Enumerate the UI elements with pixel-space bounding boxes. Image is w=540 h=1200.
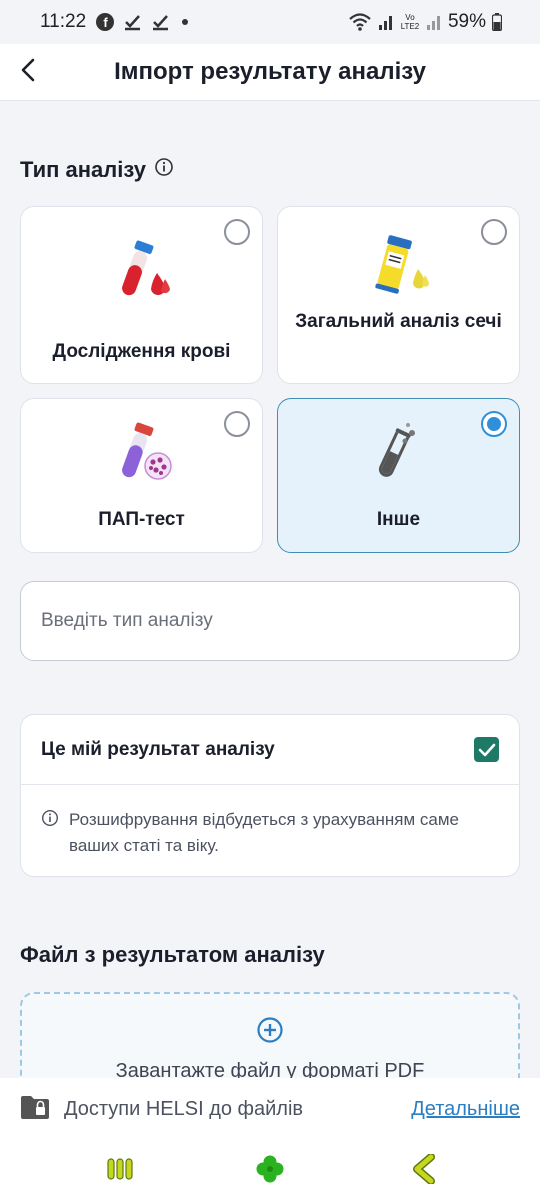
download-done-icon — [124, 13, 142, 31]
my-result-info-text: Розшифрування відбудеться з урахуванням … — [69, 810, 459, 855]
home-button[interactable] — [240, 1151, 300, 1191]
bottom-strip: Доступи HELSI до файлів Детальніше — [0, 1078, 540, 1200]
volte-label: Vo LTE2 — [400, 13, 420, 31]
type-card-urine[interactable]: Загальний аналіз сечі — [277, 206, 520, 384]
blood-tube-icon — [21, 235, 262, 305]
add-circle-icon[interactable] — [22, 1016, 518, 1044]
details-link[interactable]: Детальніше — [411, 1098, 520, 1121]
battery-percent: 59% — [447, 11, 486, 32]
pap-test-tube-icon — [21, 417, 262, 487]
type-card-label: Інше — [376, 509, 421, 530]
file-section-title: Файл з результатом аналізу — [20, 942, 325, 967]
info-icon — [41, 807, 59, 859]
type-card-label: ПАП-тест — [98, 509, 185, 530]
my-result-toggle[interactable]: Це мій результат аналізу — [21, 715, 519, 785]
file-access-text: Доступи HELSI до файлів — [64, 1097, 304, 1120]
my-result-checkbox[interactable] — [474, 737, 499, 762]
folder-lock-icon — [20, 1094, 50, 1125]
system-nav-bar — [0, 1151, 540, 1191]
chevron-left-icon — [20, 58, 36, 87]
status-bar: 11:22 f Vo LTE2 59% — [0, 0, 540, 44]
recent-apps-button[interactable] — [90, 1151, 150, 1191]
download-done-icon — [152, 13, 170, 31]
type-card-blood[interactable]: Дослідження крові — [20, 206, 263, 384]
type-card-label: Дослідження крові — [52, 341, 231, 362]
back-button[interactable] — [0, 44, 56, 101]
my-result-label: Це мій результат аналізу — [41, 738, 275, 760]
clover-home-icon — [254, 1153, 286, 1190]
file-access-row: Доступи HELSI до файлів Детальніше — [20, 1093, 520, 1125]
back-nav-button[interactable] — [394, 1151, 454, 1191]
wifi-icon — [348, 12, 372, 32]
notification-dot-icon — [180, 17, 190, 27]
analysis-type-title: Тип аналізу — [20, 157, 146, 182]
status-time: 11:22 — [40, 11, 87, 32]
back-arrow-icon — [411, 1152, 437, 1189]
type-card-label: Загальний аналіз сечі — [295, 311, 502, 332]
page-title: Імпорт результату аналізу — [114, 58, 426, 85]
type-card-other[interactable]: Інше — [277, 398, 520, 553]
facebook-icon: f — [96, 13, 115, 31]
signal-icon — [426, 13, 442, 31]
test-tube-icon — [278, 419, 519, 489]
app-header: Імпорт результату аналізу — [0, 44, 540, 101]
my-result-info: Розшифрування відбудеться з урахуванням … — [21, 785, 519, 859]
analysis-type-heading: Тип аналізу — [20, 157, 174, 183]
battery-icon — [492, 13, 502, 31]
info-icon[interactable] — [154, 157, 174, 183]
type-card-pap[interactable]: ПАП-тест — [20, 398, 263, 553]
analysis-type-input[interactable] — [20, 581, 520, 661]
recent-apps-icon — [105, 1156, 135, 1187]
signal-icon — [378, 13, 394, 31]
my-result-card: Це мій результат аналізу Розшифрування в… — [20, 714, 520, 877]
svg-text:f: f — [103, 15, 108, 30]
urine-container-icon — [278, 229, 519, 299]
